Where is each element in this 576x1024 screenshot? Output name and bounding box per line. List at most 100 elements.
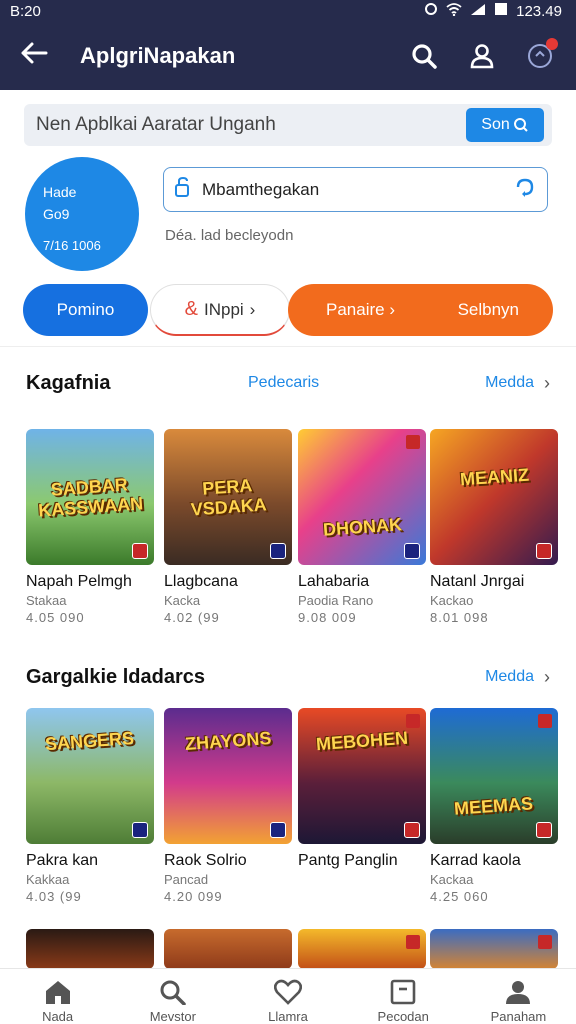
game-thumbnail: ZHAYONS: [164, 708, 292, 844]
see-more-link[interactable]: Medda ›: [485, 667, 550, 688]
search-icon[interactable]: [408, 40, 440, 72]
game-card[interactable]: MEBOHEN Pantg Panglin: [298, 708, 426, 872]
game-card[interactable]: SANGERS Pakra kan Kakkaa 4.03 (99: [26, 708, 154, 904]
game-card[interactable]: [26, 929, 154, 969]
game-thumbnail: PERA VSDAKA: [164, 429, 292, 565]
alarm-icon: [424, 2, 438, 20]
profile-line2: Go9: [43, 206, 70, 222]
app-title: AplgriNapakan: [80, 43, 236, 68]
game-card[interactable]: [430, 929, 558, 969]
game-art-title: PERA VSDAKA: [190, 475, 268, 520]
game-name: Lahabaria: [298, 573, 370, 590]
rating-badge-icon: [406, 435, 420, 449]
outline-pill-button[interactable]: & INppi ›: [150, 284, 290, 336]
link-icon: &: [184, 298, 198, 320]
game-art-title: SANGERS: [44, 727, 136, 755]
profile-icon[interactable]: [466, 40, 498, 72]
status-clock: 123.49: [516, 2, 562, 20]
publisher-badge-icon: [404, 822, 420, 838]
orange-pill-left-label: Panaire ›: [326, 300, 395, 319]
bottom-navigation: Nada Mevstor Llamra Pecodan Panaham: [0, 968, 576, 1024]
game-card[interactable]: ZHAYONS Raok Solrio Pancad 4.20 099: [164, 708, 292, 904]
rating-badge-icon: [538, 935, 552, 949]
back-arrow-icon[interactable]: [20, 39, 60, 73]
game-card[interactable]: MEANIZ Natanl Jnrgai Kackao 8.01 098: [430, 429, 558, 625]
game-card[interactable]: PERA VSDAKA Llagbcana Kacka 4.02 (99: [164, 429, 292, 625]
game-rating: 9.08 009: [298, 610, 357, 625]
game-art-title: MEANIZ: [458, 464, 530, 490]
game-subtitle: Paodia Rano: [298, 593, 374, 608]
chevron-right-icon: ›: [544, 666, 550, 687]
refresh-icon[interactable]: [513, 175, 537, 204]
profile-line1: Hade: [43, 184, 77, 200]
game-thumbnail: [164, 929, 292, 969]
game-subtitle: Kakkaa: [26, 872, 70, 887]
nav-item-library[interactable]: Pecodan: [346, 969, 461, 1024]
battery-icon: [494, 2, 508, 20]
publisher-badge-icon: [132, 543, 148, 559]
section-header: Kagafnia Pedecaris Medda ›: [26, 368, 550, 398]
section-header: Gargalkie ldadarcs Medda ›: [26, 662, 550, 692]
game-art-title: MEBOHEN: [315, 727, 409, 755]
profile-icon: [506, 981, 531, 1004]
see-more-link[interactable]: Medda ›: [485, 373, 550, 394]
rating-badge-icon: [406, 935, 420, 949]
game-rating: 4.05 090: [26, 610, 85, 625]
chevron-right-icon: ›: [544, 372, 550, 393]
notification-icon[interactable]: [524, 38, 558, 72]
game-thumbnail: MEBOHEN: [298, 708, 426, 844]
wifi-icon: [446, 2, 462, 20]
game-subtitle: Kackaa: [430, 872, 474, 887]
nav-item-search[interactable]: Mevstor: [115, 969, 230, 1024]
primary-pill-button[interactable]: Pomino: [23, 284, 148, 336]
publisher-badge-icon: [536, 543, 552, 559]
publisher-badge-icon: [270, 822, 286, 838]
nav-item-home[interactable]: Nada: [0, 969, 115, 1024]
section-tab[interactable]: Pedecaris: [248, 374, 319, 392]
game-thumbnail: MEANIZ: [430, 429, 558, 565]
rating-badge-icon: [406, 714, 420, 728]
game-subtitle: Pancad: [164, 872, 209, 887]
name-field[interactable]: Mbamthegakan: [163, 167, 548, 212]
game-card[interactable]: SADBAR KASSWAAN Napah Pelmgh Stakaa 4.05…: [26, 429, 154, 625]
game-card[interactable]: DHONAK Lahabaria Paodia Rano 9.08 009: [298, 429, 426, 625]
game-card[interactable]: [164, 929, 292, 969]
search-input[interactable]: Nen Apblkai Aaratar Unganh: [36, 114, 466, 136]
profile-card[interactable]: Hade Go9 7/16 1006: [25, 157, 139, 271]
nav-label: Panaham: [490, 1009, 547, 1024]
nav-label: Llamra: [268, 1009, 308, 1024]
game-subtitle: Kackao: [430, 593, 474, 608]
search-icon: [160, 980, 186, 1005]
game-art-title: ZHAYONS: [184, 728, 272, 754]
outline-pill-label: INppi: [203, 299, 244, 319]
action-pills: Pomino & INppi › Panaire › Selbnyn: [23, 284, 553, 336]
game-card[interactable]: [298, 929, 426, 969]
search-button-icon: [513, 118, 528, 132]
publisher-badge-icon: [132, 822, 148, 838]
game-rating: 8.01 098: [430, 610, 489, 625]
orange-pill-button[interactable]: Panaire › Selbnyn: [288, 284, 553, 336]
chevron-right-icon: ›: [249, 299, 256, 319]
nav-item-profile[interactable]: Panaham: [461, 969, 576, 1024]
search-button-label: Son: [481, 116, 510, 133]
library-icon: [390, 979, 416, 1005]
game-thumbnail: MEEMAS: [430, 708, 558, 844]
game-art-title: MEEMAS: [453, 793, 535, 819]
game-thumbnail: SADBAR KASSWAAN: [26, 429, 154, 565]
nav-label: Nada: [42, 1009, 74, 1024]
game-rating: 4.20 099: [164, 889, 223, 904]
nav-item-favorites[interactable]: Llamra: [230, 969, 345, 1024]
game-thumbnail: [430, 929, 558, 969]
search-bar[interactable]: Nen Apblkai Aaratar Unganh Son: [24, 104, 552, 146]
search-button[interactable]: Son: [466, 108, 544, 142]
publisher-badge-icon: [404, 543, 420, 559]
game-thumbnail: SANGERS: [26, 708, 154, 844]
game-name: Llagbcana: [164, 573, 238, 590]
nav-label: Pecodan: [377, 1009, 429, 1024]
game-card[interactable]: MEEMAS Karrad kaola Kackaa 4.25 060: [430, 708, 558, 904]
game-rating: 4.03 (99: [26, 889, 82, 904]
game-rating: 4.25 060: [430, 889, 489, 904]
notification-badge: [546, 38, 558, 50]
signal-icon: [470, 3, 486, 20]
section-title: Gargalkie ldadarcs: [26, 665, 205, 688]
